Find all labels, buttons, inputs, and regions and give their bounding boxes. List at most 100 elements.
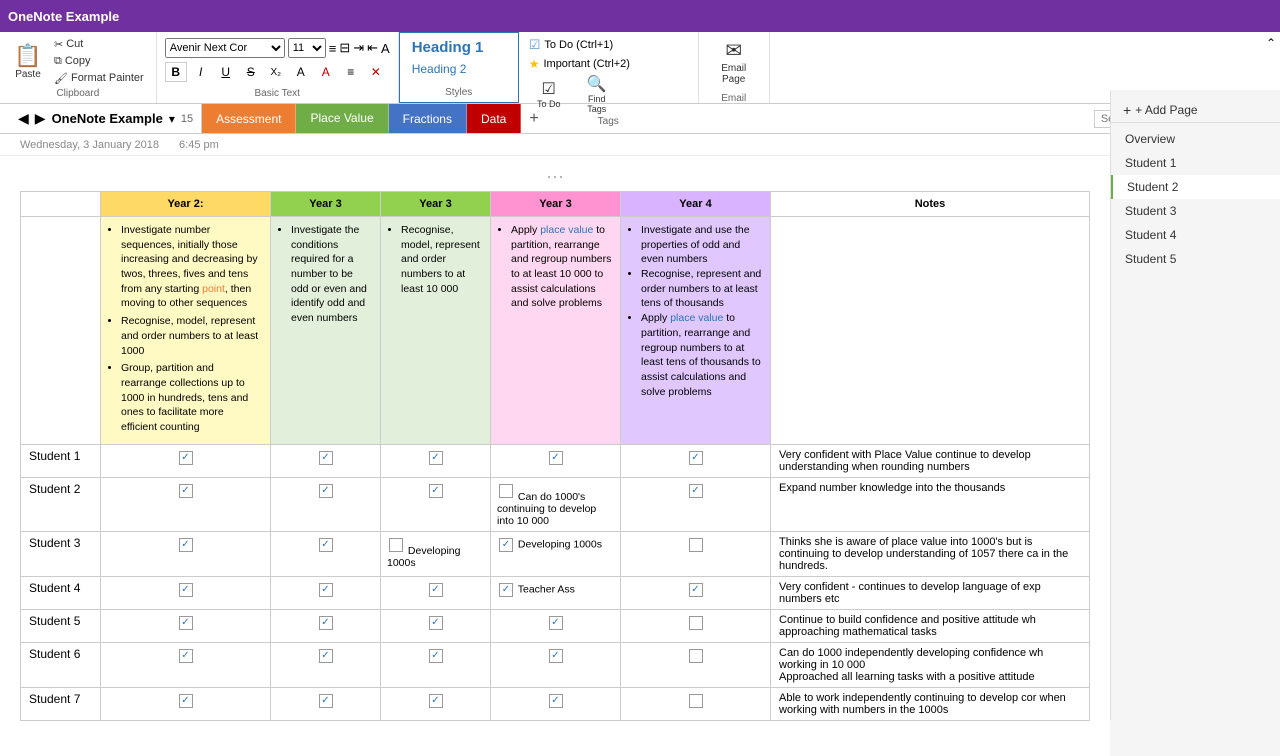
student1-y3a-cell xyxy=(271,444,381,477)
drag-handle[interactable]: ··· xyxy=(20,166,1090,187)
page-nav-student1[interactable]: Student 1 xyxy=(1111,151,1280,175)
font-size-select[interactable]: 11 xyxy=(288,38,326,58)
page-time: 6:45 pm xyxy=(179,139,219,151)
page-nav-student4[interactable]: Student 4 xyxy=(1111,223,1280,247)
year3b-content-cell: Recognise, model, represent and order nu… xyxy=(381,217,491,445)
page-date: Wednesday, 3 January 2018 xyxy=(20,139,159,151)
ordered-list-button[interactable]: ⊟ xyxy=(339,40,350,56)
student7-y2-checkbox[interactable] xyxy=(179,694,193,708)
clipboard-label: Clipboard xyxy=(8,86,148,99)
year4-highlight-placevalue: place value xyxy=(670,312,723,324)
col-header-year2: Year 2: xyxy=(101,192,271,217)
student3-y2-checkbox[interactable] xyxy=(179,538,193,552)
student2-y3c-checkbox[interactable] xyxy=(499,484,513,498)
student3-y3b-checkbox[interactable] xyxy=(389,538,403,552)
student2-y3b-checkbox[interactable] xyxy=(429,484,443,498)
year4-item2: Recognise, represent and order numbers t… xyxy=(641,267,762,311)
email-page-button[interactable]: ✉ Email Page xyxy=(707,36,761,87)
clear-format-button[interactable]: A xyxy=(381,41,390,56)
student1-y3a-checkbox[interactable] xyxy=(319,451,333,465)
page-nav-student5[interactable]: Student 5 xyxy=(1111,247,1280,271)
content-area: ··· Year 2: Year 3 Year 3 Year 3 xyxy=(0,156,1110,756)
tab-assessment[interactable]: Assessment xyxy=(202,104,296,133)
student5-y3b-checkbox[interactable] xyxy=(429,616,443,630)
year3c-content-cell: Apply place value to partition, rearrang… xyxy=(491,217,621,445)
strikethrough-button[interactable]: S xyxy=(240,62,262,82)
subscript-button[interactable]: X₂ xyxy=(265,62,287,82)
student1-y3c-checkbox[interactable] xyxy=(549,451,563,465)
student3-y3a-checkbox[interactable] xyxy=(319,538,333,552)
student1-y4-checkbox[interactable] xyxy=(689,451,703,465)
student7-y3c-checkbox[interactable] xyxy=(549,694,563,708)
tab-data[interactable]: Data xyxy=(467,104,521,133)
page-nav-student3[interactable]: Student 3 xyxy=(1111,199,1280,223)
student5-y2-checkbox[interactable] xyxy=(179,616,193,630)
font-color-button[interactable]: A xyxy=(315,62,337,82)
student5-y3a-checkbox[interactable] xyxy=(319,616,333,630)
outdent-button[interactable]: ⇤ xyxy=(367,40,378,56)
student4-y4-checkbox[interactable] xyxy=(689,583,703,597)
bold-button[interactable]: B xyxy=(165,62,187,82)
student3-y3b-cell: Developing 1000s xyxy=(381,531,491,576)
student4-y3a-cell xyxy=(271,576,381,609)
student1-notes-cell: Very confident with Place Value continue… xyxy=(771,444,1090,477)
tab-fractions[interactable]: Fractions xyxy=(389,104,467,133)
important-tag-item[interactable]: ★ Important (Ctrl+2) xyxy=(527,56,690,72)
student4-y2-checkbox[interactable] xyxy=(179,583,193,597)
student5-y3c-checkbox[interactable] xyxy=(549,616,563,630)
student6-y4-checkbox[interactable] xyxy=(689,649,703,663)
student2-y2-checkbox[interactable] xyxy=(179,484,193,498)
heading1-style[interactable]: Heading 1 xyxy=(404,37,514,58)
student5-y4-checkbox[interactable] xyxy=(689,616,703,630)
format-painter-button[interactable]: 🖌 Format Painter xyxy=(50,71,148,86)
ribbon-expand-button[interactable]: ⌃ xyxy=(1266,36,1276,50)
student3-y3c-checkbox[interactable] xyxy=(499,538,513,552)
align-button[interactable]: ≡ xyxy=(340,62,362,82)
page-nav-overview[interactable]: Overview xyxy=(1111,127,1280,151)
close-format-button[interactable]: ✕ xyxy=(365,62,387,82)
underline-button[interactable]: U xyxy=(215,62,237,82)
copy-button[interactable]: ⧉ Copy xyxy=(50,54,148,69)
student6-y3b-cell xyxy=(381,642,491,687)
student1-y3b-checkbox[interactable] xyxy=(429,451,443,465)
add-page-button[interactable]: + + Add Page xyxy=(1111,98,1280,123)
page-nav-student2[interactable]: Student 2 xyxy=(1111,175,1280,199)
student1-y2-checkbox[interactable] xyxy=(179,451,193,465)
main-table: Year 2: Year 3 Year 3 Year 3 Year 4 xyxy=(20,191,1090,721)
student7-y3a-checkbox[interactable] xyxy=(319,694,333,708)
indent-button[interactable]: ⇥ xyxy=(353,40,364,56)
forward-arrow-icon[interactable]: ▶ xyxy=(35,110,46,127)
student6-y2-checkbox[interactable] xyxy=(179,649,193,663)
year3c-highlight-placevalue: place value xyxy=(540,224,593,236)
student2-y3b-cell xyxy=(381,477,491,531)
col-header-year3c: Year 3 xyxy=(491,192,621,217)
font-select[interactable]: Avenir Next Cor xyxy=(165,38,285,58)
student3-y4-checkbox[interactable] xyxy=(689,538,703,552)
student4-y3c-checkbox[interactable] xyxy=(499,583,513,597)
tab-add[interactable]: + xyxy=(521,104,547,133)
cut-button[interactable]: ✂ Cut xyxy=(50,37,148,52)
todo-tag-item[interactable]: ☑ To Do (Ctrl+1) xyxy=(527,36,690,54)
highlight-button[interactable]: A xyxy=(290,62,312,82)
student4-y3b-checkbox[interactable] xyxy=(429,583,443,597)
tab-place-value[interactable]: Place Value xyxy=(296,104,388,133)
paste-button[interactable]: 📋 Paste xyxy=(8,36,48,86)
student6-y3a-checkbox[interactable] xyxy=(319,649,333,663)
student2-y4-cell xyxy=(621,477,771,531)
student6-y3b-checkbox[interactable] xyxy=(429,649,443,663)
styles-group: Heading 1 Heading 2 Styles xyxy=(399,32,519,103)
student2-y3a-checkbox[interactable] xyxy=(319,484,333,498)
heading2-style[interactable]: Heading 2 xyxy=(404,60,514,78)
student5-label: Student 5 xyxy=(21,609,101,642)
student7-y3b-checkbox[interactable] xyxy=(429,694,443,708)
italic-button[interactable]: I xyxy=(190,62,212,82)
student6-y3c-checkbox[interactable] xyxy=(549,649,563,663)
back-arrow-icon[interactable]: ◀ xyxy=(18,110,29,127)
student4-y3a-checkbox[interactable] xyxy=(319,583,333,597)
find-tags-button[interactable]: 🔍 Find Tags xyxy=(575,76,619,112)
student2-y4-checkbox[interactable] xyxy=(689,484,703,498)
list-button[interactable]: ≡ xyxy=(329,41,337,56)
student7-y4-checkbox[interactable] xyxy=(689,694,703,708)
student6-y3c-cell xyxy=(491,642,621,687)
student3-label: Student 3 xyxy=(21,531,101,576)
